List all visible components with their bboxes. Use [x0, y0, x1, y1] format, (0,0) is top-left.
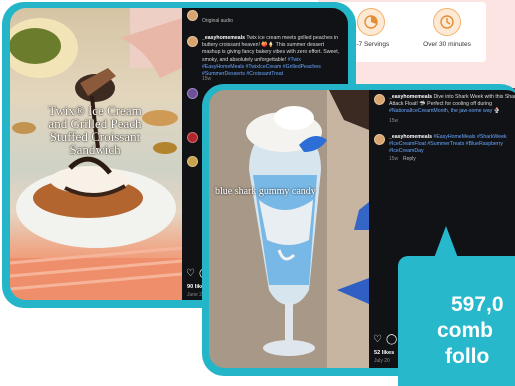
- callout-text: 597,0 comb follo: [405, 292, 515, 370]
- avatar[interactable]: [187, 132, 198, 143]
- callout-line-2: comb: [437, 319, 494, 342]
- comment-item: _easyhomemeals #EasyHomeMeals #SharkWeek…: [389, 134, 515, 156]
- post-caption: _easyhomemeals Dive into Shark Week with…: [389, 94, 515, 116]
- avatar[interactable]: [187, 10, 198, 21]
- comment-username[interactable]: _easyhomemeals: [389, 134, 432, 140]
- avatar[interactable]: [187, 156, 198, 167]
- audio-label: Original audio: [202, 18, 233, 24]
- time-label: Over 30 minutes: [423, 41, 471, 48]
- post-image-croissant[interactable]: Twix® Ice Cream and Grilled Peach Stuffe…: [10, 8, 182, 300]
- heart-icon[interactable]: ♡: [186, 268, 195, 279]
- post-time: 15w: [389, 118, 399, 124]
- callout-line-3: follo: [445, 345, 490, 368]
- reply-link[interactable]: Reply: [403, 156, 416, 162]
- time-stat: Over 30 minutes: [412, 8, 482, 48]
- avatar[interactable]: [187, 36, 198, 47]
- caption-username[interactable]: _easyhomemeals: [202, 35, 245, 41]
- comment-time: 15w: [389, 156, 399, 162]
- caption-hashtags[interactable]: #NationalIceCreamMonth, the jaw-some way…: [389, 108, 500, 114]
- comment-icon[interactable]: ◯: [386, 334, 397, 345]
- like-count[interactable]: 52 likes: [374, 350, 394, 356]
- overlay-caption-shark: blue shark gummy candy: [215, 186, 316, 197]
- post-date: July 20: [374, 358, 390, 364]
- caption-username[interactable]: _easyhomemeals: [389, 94, 432, 100]
- callout-tail: [434, 226, 458, 258]
- clock-icon: [433, 8, 461, 36]
- pie-icon: [357, 8, 385, 36]
- overlay-title-croissant: Twix® Ice Cream and Grilled Peach Stuffe…: [48, 103, 142, 157]
- heart-icon[interactable]: ♡: [373, 334, 382, 345]
- callout-line-1: 597,0: [451, 293, 504, 316]
- recipe-stats: 5-7 Servings Over 30 minutes: [336, 2, 486, 62]
- avatar[interactable]: [187, 88, 198, 99]
- post-caption: _easyhomemeals Twix ice cream meets gril…: [202, 35, 342, 78]
- post-time: 15w: [202, 76, 212, 82]
- post-image-shark-float[interactable]: blue shark gummy candy: [209, 90, 369, 368]
- avatar[interactable]: [374, 94, 385, 105]
- avatar[interactable]: [374, 134, 385, 145]
